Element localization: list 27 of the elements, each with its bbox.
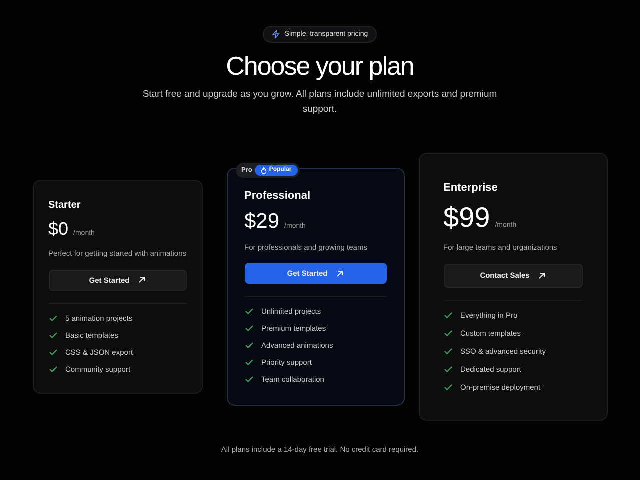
- flame-icon: [261, 166, 268, 174]
- check-icon: [48, 348, 58, 356]
- plan-price: $29: [244, 210, 280, 234]
- arrow-icon: [538, 272, 546, 280]
- check-icon: [48, 314, 58, 322]
- check-icon: [444, 366, 452, 373]
- plan-name: Enterprise: [444, 182, 499, 194]
- check-icon: [48, 332, 58, 339]
- check-icon: [444, 330, 452, 337]
- page-subtitle: Start free and upgrade as you grow. All plans include unlimited exports and premium support.: [142, 88, 498, 117]
- plan-name: Starter: [48, 200, 82, 212]
- arrow-icon: [336, 270, 344, 278]
- check-icon: [48, 366, 58, 373]
- arrow-icon: [138, 276, 146, 284]
- check-icon: [444, 312, 452, 319]
- page-title: Choose your plan: [226, 51, 414, 82]
- check-icon: [244, 359, 254, 366]
- check-icon: [444, 384, 452, 391]
- plan-price: $0: [48, 219, 69, 240]
- check-icon: [244, 308, 254, 316]
- check-icon: [444, 348, 452, 355]
- check-icon: [244, 342, 254, 350]
- plan-price: $99: [444, 202, 490, 234]
- plan-name: Professional: [244, 190, 312, 202]
- lightning-icon: [272, 30, 280, 39]
- check-icon: [244, 376, 254, 384]
- check-icon: [244, 325, 254, 332]
